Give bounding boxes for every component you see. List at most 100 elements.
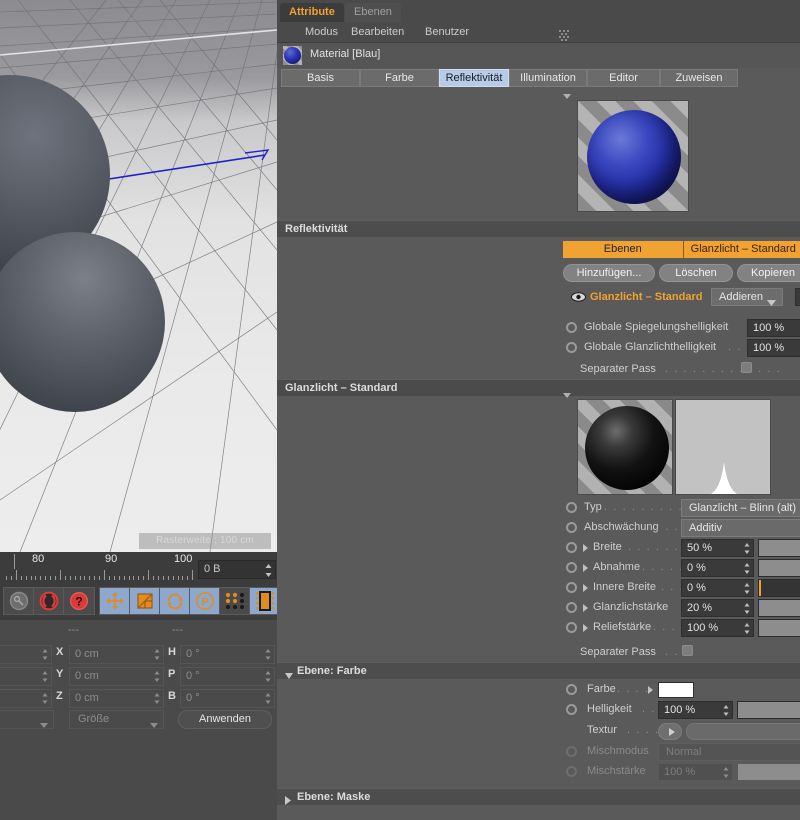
helligkeit-field[interactable]: 100 % xyxy=(658,701,733,719)
question-icon[interactable]: ? xyxy=(64,588,94,614)
glanzlicht-preview-curve[interactable] xyxy=(675,399,771,495)
glanzlicht-preview-sphere[interactable] xyxy=(577,399,673,495)
animation-toolbar[interactable]: ? xyxy=(3,587,95,615)
mischstaerke-radio[interactable] xyxy=(566,766,577,777)
reliefstaerke-slider[interactable] xyxy=(758,619,800,637)
expand-glanzlichstaerke-icon[interactable] xyxy=(583,603,588,615)
separate-pass-checkbox-1[interactable] xyxy=(741,362,752,373)
tab-editor[interactable]: Editor xyxy=(587,69,660,87)
global-glanzlicht-field[interactable]: 100 % xyxy=(747,339,800,357)
dotgrid-icon[interactable] xyxy=(220,588,250,614)
record-icon[interactable] xyxy=(34,588,64,614)
collapse-glanzlicht-icon[interactable] xyxy=(563,393,571,398)
transform-toolbar[interactable]: P xyxy=(99,587,251,615)
spinner-icon[interactable] xyxy=(723,703,729,723)
layer-opacity-field[interactable]: 100 % xyxy=(795,288,800,306)
coord-y-field[interactable]: 0 cm xyxy=(69,667,164,686)
farbe-color-swatch[interactable] xyxy=(658,682,694,698)
typ-radio[interactable] xyxy=(566,502,577,513)
parametric-icon[interactable]: P xyxy=(190,588,220,614)
mode-ebenen[interactable]: Ebenen xyxy=(563,241,684,258)
mischstaerke-slider[interactable] xyxy=(737,763,800,781)
mischmodus-radio[interactable] xyxy=(566,746,577,757)
section-ebene-farbe[interactable]: Ebene: Farbe xyxy=(277,662,800,679)
mischstaerke-field[interactable]: 100 % xyxy=(658,763,733,781)
glanzlichstaerke-field[interactable]: 20 % xyxy=(681,599,754,617)
blend-mode-dropdown[interactable]: Addieren xyxy=(711,288,783,306)
reflect-mode-toggle[interactable]: Ebenen Glanzlicht – Standard xyxy=(563,241,800,258)
abschwaechung-radio[interactable] xyxy=(566,522,577,533)
typ-dropdown[interactable]: Glanzlicht – Blinn (alt) xyxy=(681,499,800,517)
scale-icon[interactable] xyxy=(130,588,160,614)
spinner-icon[interactable] xyxy=(744,621,750,641)
tab-reflektivitaet[interactable]: Reflektivität xyxy=(439,69,509,87)
section-ebene-maske[interactable]: Ebene: Maske xyxy=(277,788,800,805)
coord-p-field[interactable]: 0 ° xyxy=(180,667,275,686)
reliefstaerke-field[interactable]: 100 % xyxy=(681,619,754,637)
tab-zuweisen[interactable]: Zuweisen xyxy=(660,69,738,87)
helligkeit-radio[interactable] xyxy=(566,704,577,715)
helligkeit-slider[interactable] xyxy=(737,701,800,719)
loeschen-button[interactable]: Löschen xyxy=(659,264,733,282)
separate-pass-checkbox-2[interactable] xyxy=(682,645,693,656)
filmstrip-icon[interactable] xyxy=(250,588,280,614)
rotate-icon[interactable] xyxy=(160,588,190,614)
kopieren-button[interactable]: Kopieren xyxy=(737,264,800,282)
drag-grip-icon[interactable] xyxy=(559,30,569,41)
innere-breite-radio[interactable] xyxy=(566,582,577,593)
expand-breite-icon[interactable] xyxy=(583,543,588,555)
expand-innere-breite-icon[interactable] xyxy=(583,583,588,595)
eye-icon[interactable] xyxy=(571,291,586,306)
hinzufuegen-button[interactable]: Hinzufügen... xyxy=(563,264,655,282)
spinner-icon[interactable] xyxy=(723,765,729,785)
mischmodus-dropdown[interactable]: Normal xyxy=(658,743,800,761)
collapse-preview-icon[interactable] xyxy=(563,94,571,99)
breite-radio[interactable] xyxy=(566,542,577,553)
global-spiegelung-field[interactable]: 100 % xyxy=(747,319,800,337)
coord-z-field[interactable]: 0 cm xyxy=(69,689,164,708)
menu-bearbeiten[interactable]: Bearbeiten xyxy=(351,26,404,38)
coord-y-prefix[interactable] xyxy=(0,667,52,686)
abschwaechung-dropdown[interactable]: Additiv xyxy=(681,519,800,537)
abnahme-slider[interactable] xyxy=(758,559,800,577)
viewport-3d[interactable]: Rasterweite : 100 cm xyxy=(0,0,277,552)
innere-breite-field[interactable]: 0 % xyxy=(681,579,754,597)
tab-basis[interactable]: Basis xyxy=(281,69,360,87)
menu-modus[interactable]: Modus xyxy=(305,26,338,38)
expand-farbe-icon[interactable] xyxy=(648,685,653,697)
breite-slider[interactable] xyxy=(758,539,800,557)
timeline-ruler[interactable]: 80 90 100 xyxy=(0,552,195,583)
expand-reliefstaerke-icon[interactable] xyxy=(583,623,588,635)
coord-size-dropdown[interactable]: Größe xyxy=(69,710,164,729)
apply-button[interactable]: Anwenden xyxy=(178,710,272,729)
material-preview[interactable] xyxy=(577,100,689,212)
spinner-icon[interactable] xyxy=(265,563,272,584)
mode-glanzlicht[interactable]: Glanzlicht – Standard xyxy=(683,241,800,258)
frame-field[interactable]: 0 B xyxy=(198,560,276,579)
coord-h-field[interactable]: 0 ° xyxy=(180,645,275,664)
tab-attribute[interactable]: Attribute xyxy=(280,3,344,22)
tab-illumination[interactable]: Illumination xyxy=(509,69,587,87)
breite-field[interactable]: 50 % xyxy=(681,539,754,557)
coord-mode-dropdown[interactable] xyxy=(0,710,54,729)
coord-x-field[interactable]: 0 cm xyxy=(69,645,164,664)
material-thumbnail[interactable] xyxy=(283,46,302,65)
farbe-radio[interactable] xyxy=(566,684,577,695)
chevron-right-icon[interactable] xyxy=(285,794,291,810)
global-spiegelung-radio[interactable] xyxy=(566,322,577,333)
global-glanzlicht-radio[interactable] xyxy=(566,342,577,353)
abnahme-field[interactable]: 0 % xyxy=(681,559,754,577)
expand-abnahme-icon[interactable] xyxy=(583,563,588,575)
coord-b-field[interactable]: 0 ° xyxy=(180,689,275,708)
glanzlichstaerke-radio[interactable] xyxy=(566,602,577,613)
tab-ebenen[interactable]: Ebenen xyxy=(345,3,401,22)
textur-menu-button[interactable] xyxy=(658,723,682,740)
spinner-icon[interactable] xyxy=(42,691,48,712)
spinner-icon[interactable] xyxy=(265,691,271,712)
textur-path-field[interactable] xyxy=(686,723,800,740)
glanzlichstaerke-slider[interactable] xyxy=(758,599,800,617)
reliefstaerke-radio[interactable] xyxy=(566,622,577,633)
key-icon[interactable] xyxy=(4,588,34,614)
innere-breite-slider[interactable] xyxy=(758,579,800,597)
coord-z-prefix[interactable] xyxy=(0,689,52,708)
